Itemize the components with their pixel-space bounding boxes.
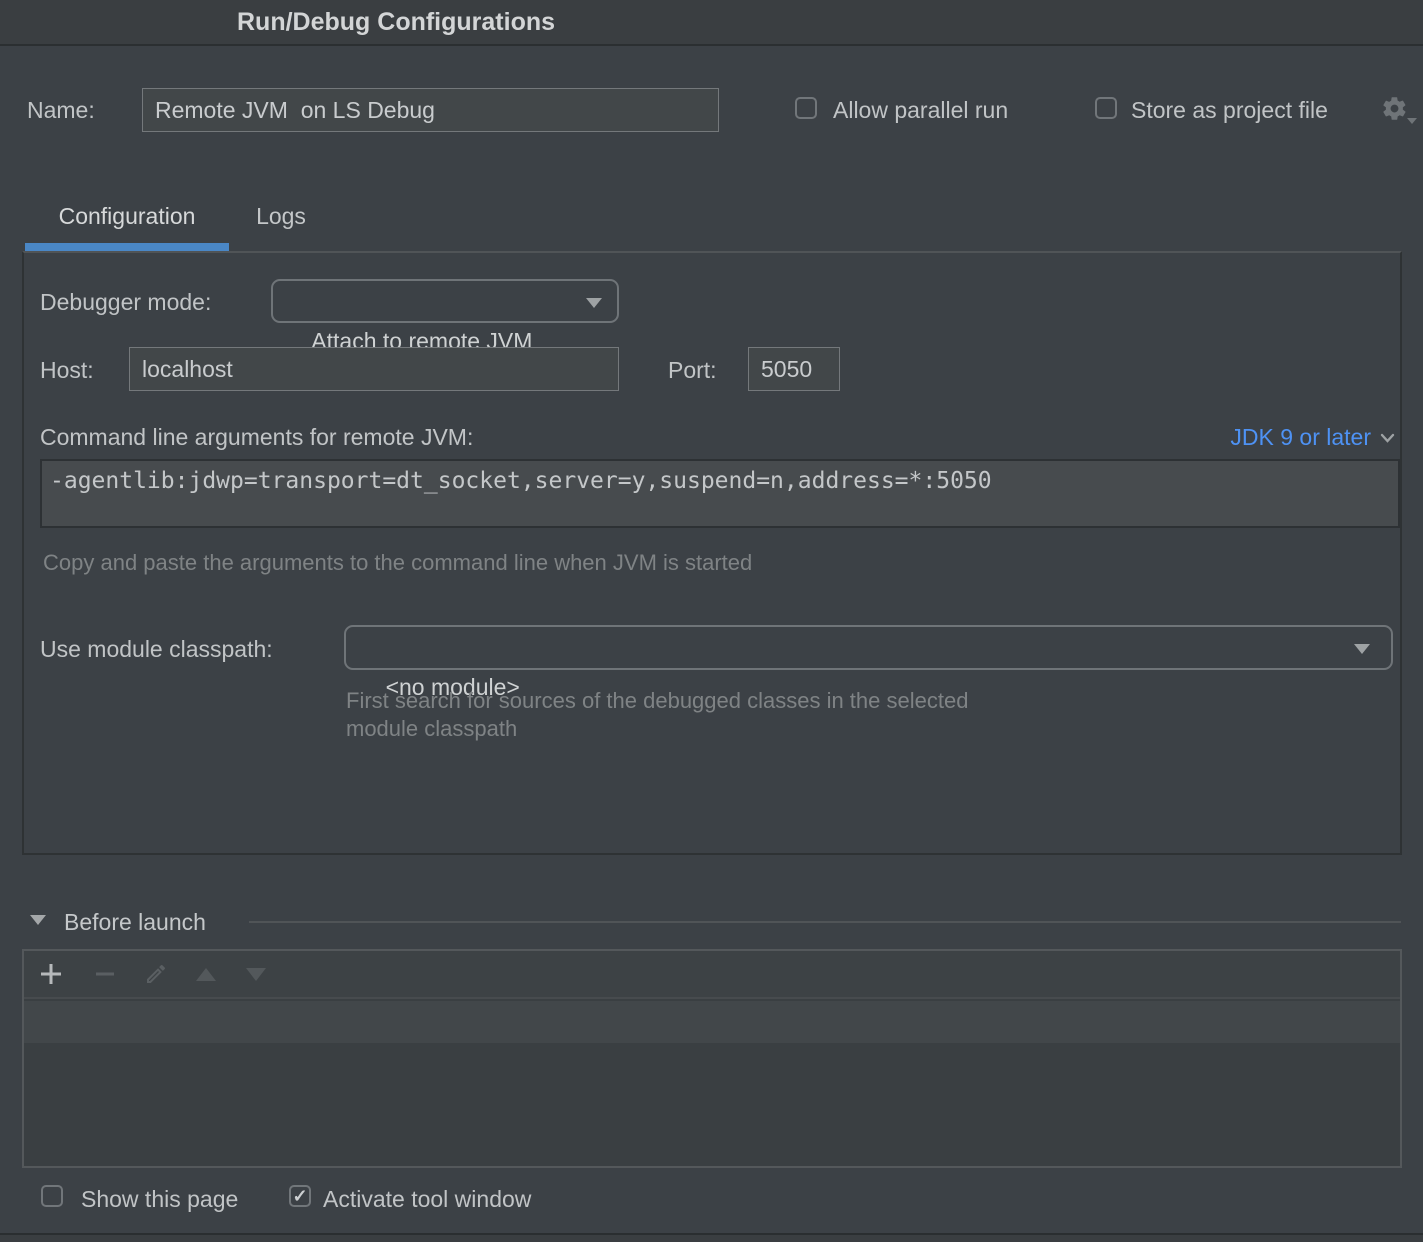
module-classpath-select[interactable]: <no module> xyxy=(344,625,1393,670)
before-launch-separator xyxy=(249,921,1401,923)
store-as-project-file-checkbox[interactable] xyxy=(1095,97,1117,119)
host-input[interactable]: localhost xyxy=(129,347,619,391)
host-label: Host: xyxy=(40,357,94,384)
jdk-version-selector[interactable]: JDK 9 or later xyxy=(1230,424,1395,451)
chevron-down-icon xyxy=(1354,644,1370,654)
minus-icon[interactable] xyxy=(92,961,118,987)
module-classpath-label: Use module classpath: xyxy=(40,636,273,663)
jdk-version-label: JDK 9 or later xyxy=(1230,424,1371,451)
module-classpath-hint-line1: First search for sources of the debugged… xyxy=(346,688,968,714)
module-classpath-hint-line2: module classpath xyxy=(346,716,517,742)
tab-logs[interactable]: Logs xyxy=(241,203,321,230)
edit-pencil-icon[interactable] xyxy=(143,961,169,987)
command-line-arguments-label: Command line arguments for remote JVM: xyxy=(40,424,473,451)
command-line-arguments-hint: Copy and paste the arguments to the comm… xyxy=(43,550,752,576)
before-launch-toolbar xyxy=(24,951,1400,999)
gear-dropdown-arrow-icon xyxy=(1407,118,1417,124)
show-this-page-label: Show this page xyxy=(81,1186,238,1213)
before-launch-list-item[interactable]: Run 'Shell Script 'Wait Remote Debugger … xyxy=(24,1001,1400,1043)
active-tab-underline xyxy=(25,243,229,251)
dialog-titlebar: Run/Debug Configurations xyxy=(0,0,1423,46)
move-down-icon[interactable] xyxy=(246,968,266,981)
activate-tool-window-label: Activate tool window xyxy=(323,1186,531,1213)
port-label: Port: xyxy=(668,357,717,384)
activate-tool-window-checkbox[interactable] xyxy=(289,1185,311,1207)
tab-configuration[interactable]: Configuration xyxy=(25,203,229,230)
dialog-title: Run/Debug Configurations xyxy=(237,0,555,44)
command-line-arguments-box[interactable]: -agentlib:jdwp=transport=dt_socket,serve… xyxy=(40,459,1400,528)
plus-icon[interactable] xyxy=(38,961,64,987)
command-line-arguments-value: -agentlib:jdwp=transport=dt_socket,serve… xyxy=(50,468,992,494)
run-debug-configurations-dialog: Run/Debug Configurations Name: Remote JV… xyxy=(0,0,1423,1242)
name-input[interactable]: Remote JVM on LS Debug xyxy=(142,88,719,132)
bottom-strip xyxy=(0,1235,1423,1242)
before-launch-collapse-icon[interactable] xyxy=(30,915,46,925)
allow-parallel-run-checkbox[interactable] xyxy=(795,97,817,119)
move-up-icon[interactable] xyxy=(196,968,216,981)
allow-parallel-run-label: Allow parallel run xyxy=(833,97,1008,124)
before-launch-title: Before launch xyxy=(64,909,206,936)
gear-icon[interactable] xyxy=(1381,95,1415,125)
port-input[interactable]: 5050 xyxy=(748,347,840,391)
chevron-down-icon xyxy=(1380,433,1395,443)
debugger-mode-select[interactable]: Attach to remote JVM xyxy=(271,279,619,323)
show-this-page-checkbox[interactable] xyxy=(41,1185,63,1207)
chevron-down-icon xyxy=(586,298,602,308)
store-as-project-file-label: Store as project file xyxy=(1131,97,1328,124)
debugger-mode-label: Debugger mode: xyxy=(40,289,211,316)
name-label: Name: xyxy=(27,97,95,124)
